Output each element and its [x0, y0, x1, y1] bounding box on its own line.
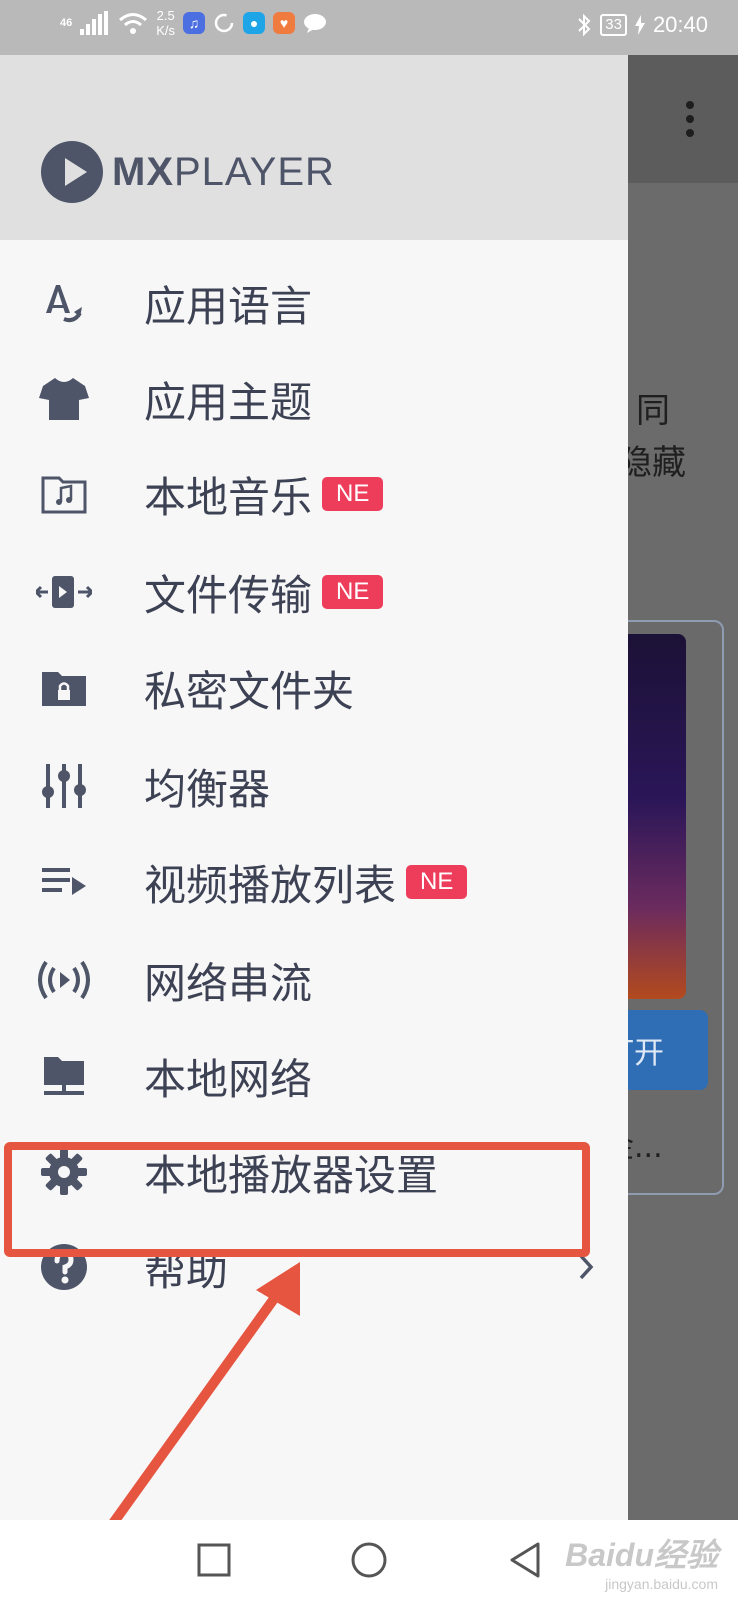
- menu-item-equalizer[interactable]: 均衡器: [0, 741, 628, 831]
- theme-shirt-icon: [36, 371, 92, 427]
- bulb-app-icon: ●: [243, 12, 266, 34]
- menu-item-local-network[interactable]: 本地网络: [0, 1031, 628, 1121]
- menu-label: 网络串流: [144, 950, 312, 1011]
- system-navigation-bar: Baidu经验 jingyan.baidu.com: [0, 1520, 738, 1600]
- label-text: 视频播放列表: [144, 860, 397, 910]
- menu-label: 均衡器: [144, 756, 270, 817]
- wifi-icon: [119, 13, 148, 34]
- background-app: 同 隐藏 打开 金...: [628, 55, 738, 1520]
- speed-unit: K/s: [156, 23, 176, 38]
- chat-icon: [304, 14, 327, 33]
- menu-label: 视频播放列表 NE: [144, 852, 468, 913]
- background-card: 打开 金...: [628, 620, 724, 1195]
- back-triangle-icon[interactable]: [506, 1540, 546, 1580]
- menu-item-network-stream[interactable]: 网络串流: [0, 935, 628, 1025]
- label-text: 网络串流: [144, 958, 313, 1008]
- background-text-line2: 隐藏: [628, 443, 686, 483]
- menu-item-app-theme[interactable]: 应用主题: [0, 354, 628, 444]
- watermark-sub: jingyan.baidu.com: [605, 1576, 718, 1592]
- music-app-icon: ♫: [183, 12, 206, 34]
- clock: 20:40: [652, 12, 708, 37]
- battery-level: 33: [600, 14, 627, 36]
- label-text: 本地网络: [144, 1054, 313, 1104]
- speed-value: 2.5: [156, 8, 175, 23]
- label-text: 均衡器: [144, 764, 271, 814]
- music-folder-icon: [36, 466, 92, 522]
- local-network-icon: [36, 1048, 92, 1104]
- label-text: 应用语言: [144, 281, 313, 331]
- logo-player: PLAYER: [174, 149, 335, 194]
- mx-player-logo: MXPLAYER: [40, 140, 335, 204]
- new-badge: NE: [322, 575, 384, 609]
- label-text: 私密文件夹: [144, 666, 355, 716]
- background-toolbar: [628, 55, 738, 183]
- new-badge: NE: [406, 865, 468, 899]
- signal-icon: [80, 11, 109, 35]
- more-vert-icon[interactable]: [686, 101, 694, 137]
- play-logo-icon: [41, 141, 103, 203]
- playlist-icon: [36, 854, 92, 910]
- menu-label: 应用主题: [144, 369, 312, 430]
- language-icon: [36, 275, 92, 331]
- logo-text: MXPLAYER: [112, 150, 335, 195]
- open-button-label: 打开: [628, 1036, 664, 1071]
- network-stream-icon: [36, 952, 92, 1008]
- menu-label: 本地音乐 NE: [144, 464, 384, 525]
- status-bar: 46 2.5 K/s ♫ ● ♥ 33 20:40: [0, 0, 738, 55]
- network-type: 46: [60, 16, 73, 29]
- baidu-watermark: Baidu经验 jingyan.baidu.com: [565, 1530, 718, 1592]
- menu-item-file-transfer[interactable]: 文件传输 NE: [0, 547, 628, 637]
- private-folder-icon: [36, 660, 92, 716]
- label-text: 文件传输: [144, 570, 313, 620]
- menu-item-local-music[interactable]: 本地音乐 NE: [0, 449, 628, 539]
- bluetooth-icon: [578, 13, 591, 37]
- file-transfer-icon: [36, 564, 92, 620]
- navigation-drawer: MXPLAYER 应用语言 应用主题 本地音乐 NE 文件传输 NE 私密文件夹: [0, 55, 628, 1520]
- menu-item-app-language[interactable]: 应用语言: [0, 258, 628, 348]
- health-app-icon: ♥: [273, 12, 296, 34]
- annotation-highlight-box: [4, 1142, 590, 1257]
- home-circle-icon[interactable]: [349, 1540, 389, 1580]
- logo-mx: MX: [112, 149, 174, 194]
- menu-label: 私密文件夹: [144, 658, 354, 719]
- drawer-header: MXPLAYER: [0, 55, 628, 240]
- background-card-image: [628, 634, 686, 999]
- menu-label: 应用语言: [144, 273, 312, 334]
- charging-icon: [634, 15, 645, 35]
- background-text-line1: 同: [636, 391, 670, 431]
- watermark-brand: Baidu经验: [565, 1537, 718, 1573]
- recents-square-icon[interactable]: [194, 1540, 234, 1580]
- background-open-button[interactable]: 打开: [628, 1010, 708, 1090]
- menu-item-private-folder[interactable]: 私密文件夹: [0, 643, 628, 733]
- new-badge: NE: [322, 477, 384, 511]
- menu-label: 文件传输 NE: [144, 562, 384, 623]
- sync-icon: [214, 13, 234, 33]
- menu-item-video-playlist[interactable]: 视频播放列表 NE: [0, 837, 628, 927]
- label-text: 本地音乐: [144, 472, 313, 522]
- network-speed: 2.5 K/s: [156, 8, 175, 38]
- status-left: 46 2.5 K/s ♫ ● ♥: [60, 8, 327, 38]
- background-card-caption: 金...: [628, 1130, 663, 1165]
- menu-label: 本地网络: [144, 1046, 312, 1107]
- status-right: 33 20:40: [576, 12, 708, 38]
- label-text: 应用主题: [144, 377, 313, 427]
- equalizer-icon: [36, 758, 92, 814]
